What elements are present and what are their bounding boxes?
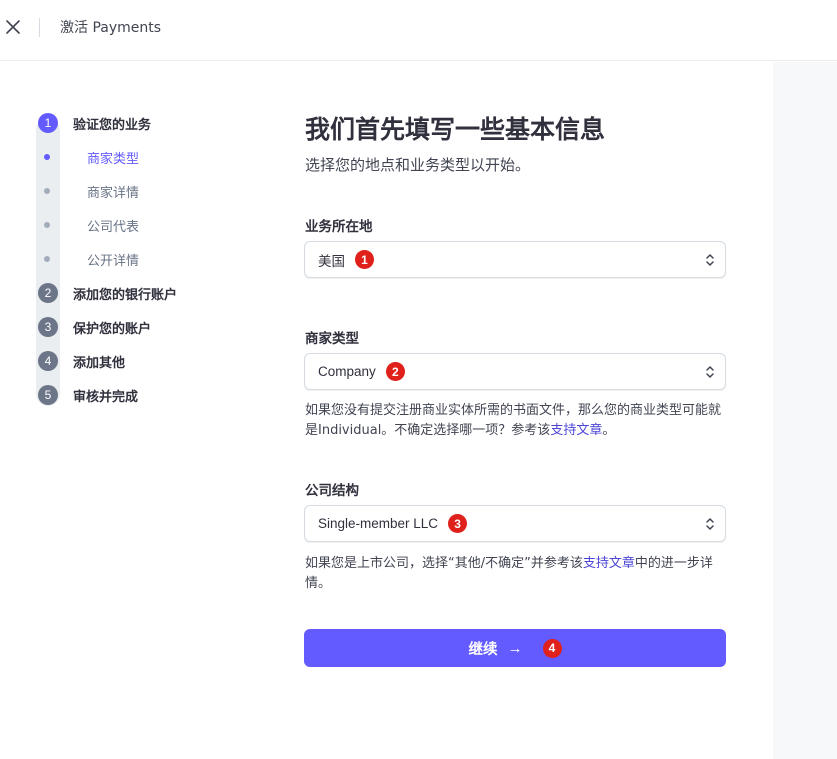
step-number: 3 bbox=[38, 317, 58, 337]
business-type-select[interactable]: Company 2 bbox=[304, 353, 726, 390]
substep-label: 公开详情 bbox=[87, 253, 140, 269]
close-icon[interactable] bbox=[6, 20, 22, 36]
chevron-updown-icon bbox=[706, 254, 714, 266]
substep-dot bbox=[44, 222, 50, 228]
substep-label: 公司代表 bbox=[87, 219, 140, 235]
business-type-value: Company bbox=[318, 364, 376, 379]
step-number: 5 bbox=[38, 385, 58, 405]
step-label: 添加您的银行账户 bbox=[73, 287, 178, 303]
company-structure-help: 如果您是上市公司，选择“其他/不确定”并参考该支持文章中的进一步详情。 bbox=[305, 556, 713, 591]
substep-business-type[interactable]: 商家类型 bbox=[44, 147, 139, 167]
substep-label: 商家类型 bbox=[87, 151, 140, 167]
step-label: 验证您的业务 bbox=[73, 117, 152, 133]
chevron-updown-icon bbox=[706, 366, 714, 378]
step-protect-account[interactable]: 3 保护您的账户 bbox=[38, 316, 151, 338]
step-add-other[interactable]: 4 添加其他 bbox=[38, 350, 125, 372]
annotation-badge: 1 bbox=[355, 250, 374, 269]
step-number: 1 bbox=[38, 113, 58, 133]
substep-public-details[interactable]: 公开详情 bbox=[44, 249, 139, 269]
substep-dot bbox=[44, 256, 50, 262]
page-title: 我们首先填写一些基本信息 bbox=[305, 115, 606, 144]
substep-dot bbox=[44, 154, 50, 160]
company-structure-value: Single-member LLC bbox=[318, 516, 439, 531]
substep-dot bbox=[44, 188, 50, 194]
step-number: 2 bbox=[38, 283, 58, 303]
substep-label: 商家详情 bbox=[87, 185, 140, 201]
annotation-badge: 4 bbox=[542, 638, 562, 658]
arrow-right-icon: → bbox=[507, 639, 523, 657]
substep-company-rep[interactable]: 公司代表 bbox=[44, 215, 139, 235]
location-label: 业务所在地 bbox=[305, 219, 373, 235]
location-select[interactable]: 美国 1 bbox=[304, 241, 726, 278]
chevron-updown-icon bbox=[706, 518, 714, 530]
business-type-help: 如果您没有提交注册商业实体所需的书面文件，那么您的商业类型可能就是Individ… bbox=[305, 403, 722, 438]
location-value: 美国 bbox=[318, 253, 345, 269]
header-divider bbox=[39, 18, 40, 37]
step-label: 保护您的账户 bbox=[73, 321, 152, 337]
annotation-badge: 3 bbox=[448, 514, 468, 533]
step-review-finish[interactable]: 5 审核并完成 bbox=[38, 384, 138, 406]
step-number: 4 bbox=[38, 351, 58, 371]
step-label: 审核并完成 bbox=[73, 389, 139, 405]
top-bar: 激活 Payments bbox=[0, 0, 837, 61]
continue-label: 继续 bbox=[468, 641, 498, 658]
business-type-label: 商家类型 bbox=[305, 331, 359, 347]
page-header-title: 激活 Payments bbox=[60, 20, 162, 36]
step-add-bank[interactable]: 2 添加您的银行账户 bbox=[38, 282, 177, 304]
page-subtitle: 选择您的地点和业务类型以开始。 bbox=[305, 156, 531, 174]
annotation-badge: 2 bbox=[385, 362, 405, 381]
support-article-link[interactable]: 支持文章 bbox=[550, 423, 602, 438]
right-side-panel bbox=[773, 62, 837, 759]
company-structure-label: 公司结构 bbox=[305, 483, 359, 499]
company-structure-select[interactable]: Single-member LLC 3 bbox=[304, 505, 726, 542]
support-article-link[interactable]: 支持文章 bbox=[583, 556, 635, 571]
substep-business-details[interactable]: 商家详情 bbox=[44, 181, 139, 201]
step-verify-business[interactable]: 1 验证您的业务 bbox=[38, 112, 151, 134]
step-label: 添加其他 bbox=[73, 355, 126, 371]
continue-button[interactable]: 继续 → 4 bbox=[304, 629, 726, 667]
